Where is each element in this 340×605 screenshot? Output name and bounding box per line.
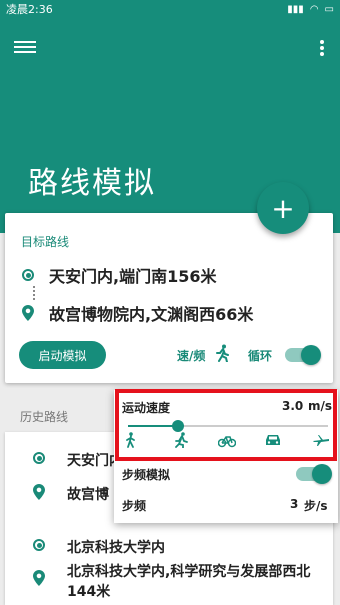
wifi-icon: ◠ xyxy=(309,3,319,15)
more-options-icon[interactable] xyxy=(318,38,326,58)
speed-unit: m/s xyxy=(308,399,333,413)
origin-icon xyxy=(22,269,34,281)
battery-icon: ▭ xyxy=(324,3,334,15)
origin-icon xyxy=(33,452,45,464)
origin-icon xyxy=(33,539,45,551)
step-rate-value[interactable]: 3 xyxy=(290,497,298,511)
walk-mode-icon[interactable] xyxy=(215,344,231,362)
plane-icon[interactable] xyxy=(312,432,330,448)
loop-toggle[interactable] xyxy=(285,345,321,365)
location-pin-icon xyxy=(33,570,45,586)
page-title: 路线模拟 xyxy=(28,166,156,201)
speed-value: 3.0 xyxy=(282,399,304,413)
speed-label: 运动速度 xyxy=(122,401,171,415)
origin-text: 天安门内,端门南156米 xyxy=(49,267,217,286)
destination-text: 故宫博物院内,文渊阁西66米 xyxy=(49,305,254,324)
signal-icon: ▮▮▮ xyxy=(287,3,304,15)
history-label: 历史路线 xyxy=(20,410,69,424)
location-pin-icon xyxy=(33,484,45,500)
target-route-card: 目标路线 天安门内,端门南156米 故宫博物院内,文渊阁西66米 启动模拟 速/… xyxy=(5,213,333,383)
slider-fill xyxy=(128,425,178,427)
origin-row[interactable]: 天安门内,端门南156米 xyxy=(21,263,216,287)
bike-icon[interactable] xyxy=(218,432,236,448)
walk-icon[interactable] xyxy=(122,432,140,448)
add-route-button[interactable]: + xyxy=(257,182,309,234)
status-icons: ▮▮▮ ◠ ▭ xyxy=(287,4,334,15)
history-destination[interactable]: 北京科技大学内,科学研究与发展部西北144米 xyxy=(67,562,317,602)
step-rate-label: 步频 xyxy=(122,499,147,513)
menu-icon[interactable] xyxy=(14,38,36,56)
status-bar: 凌晨2:36 ▮▮▮ ◠ ▭ xyxy=(0,0,340,18)
step-rate-unit: 步/s xyxy=(304,499,328,513)
destination-row[interactable]: 故宫博物院内,文渊阁西66米 xyxy=(21,301,253,325)
history-destination[interactable]: 故宫博 xyxy=(67,484,109,504)
step-sim-toggle[interactable] xyxy=(296,464,332,484)
speed-slider[interactable] xyxy=(128,420,328,432)
speed-settings-popup: 运动速度 3.0 m/s 步频模拟 步频 3 步/s xyxy=(114,390,338,523)
loop-label: 循环 xyxy=(248,349,273,363)
slider-thumb[interactable] xyxy=(172,420,184,432)
step-sim-label: 步频模拟 xyxy=(122,468,171,482)
route-connector xyxy=(33,286,35,300)
card-title: 目标路线 xyxy=(21,235,70,249)
car-icon[interactable] xyxy=(264,432,282,448)
speed-mode-label[interactable]: 速/频 xyxy=(177,347,205,364)
location-pin-icon xyxy=(22,305,34,321)
start-simulation-button[interactable]: 启动模拟 xyxy=(19,341,106,369)
run-icon[interactable] xyxy=(172,432,190,448)
status-time: 凌晨2:36 xyxy=(6,3,53,16)
history-origin[interactable]: 北京科技大学内 xyxy=(67,537,165,557)
